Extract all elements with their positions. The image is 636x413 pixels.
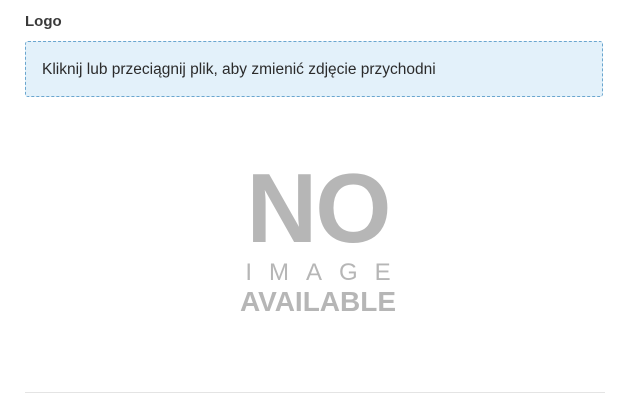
section-divider [25,392,605,393]
placeholder-line-image: IMAGE [245,259,408,286]
logo-upload-dropzone[interactable]: Kliknij lub przeciągnij plik, aby zmieni… [25,41,603,97]
logo-label: Logo [25,13,62,30]
no-image-placeholder: NO IMAGE AVAILABLE [228,153,408,330]
dropzone-text: Kliknij lub przeciągnij plik, aby zmieni… [42,61,436,78]
placeholder-line-no: NO [246,153,392,263]
placeholder-line-available: AVAILABLE [239,286,397,317]
